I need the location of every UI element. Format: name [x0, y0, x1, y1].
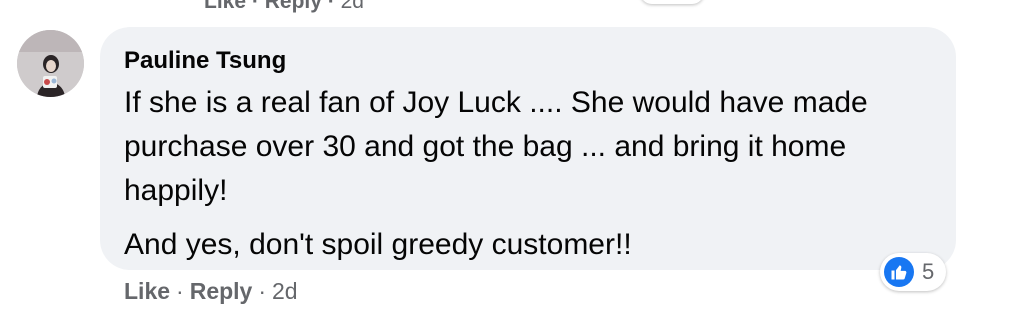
comment-actions: Like · Reply · 2d	[124, 278, 298, 305]
previous-comment-actions: Like · Reply · 2d	[204, 0, 364, 14]
comment-paragraph: And yes, don't spoil greedy customer!!	[124, 228, 632, 261]
like-icon	[884, 257, 914, 287]
comment-body: If she is a real fan of Joy Luck .... Sh…	[124, 81, 924, 267]
comment-thread: Like · Reply · 2d Pauline Tsung If she i…	[0, 0, 1024, 311]
comment-author[interactable]: Pauline Tsung	[124, 47, 286, 75]
previous-separator: ·	[251, 0, 259, 13]
reply-link[interactable]: Reply	[190, 278, 253, 304]
previous-reply-link[interactable]: Reply	[265, 0, 322, 13]
comment-bubble: Pauline Tsung If she is a real fan of Jo…	[100, 27, 956, 270]
previous-timestamp[interactable]: 2d	[341, 0, 364, 13]
previous-separator: ·	[327, 0, 335, 13]
comment-paragraph: If she is a real fan of Joy Luck .... Sh…	[124, 86, 868, 207]
action-separator: ·	[176, 278, 184, 304]
avatar[interactable]	[17, 30, 84, 97]
previous-reaction-pill[interactable]	[640, 0, 704, 4]
comment-timestamp[interactable]: 2d	[272, 278, 298, 304]
like-link[interactable]: Like	[124, 278, 170, 304]
previous-like-link[interactable]: Like	[204, 0, 246, 13]
avatar-photo	[17, 30, 84, 97]
reaction-count: 5	[922, 259, 935, 284]
action-separator: ·	[258, 278, 267, 304]
reaction-summary[interactable]: 5	[880, 253, 947, 291]
